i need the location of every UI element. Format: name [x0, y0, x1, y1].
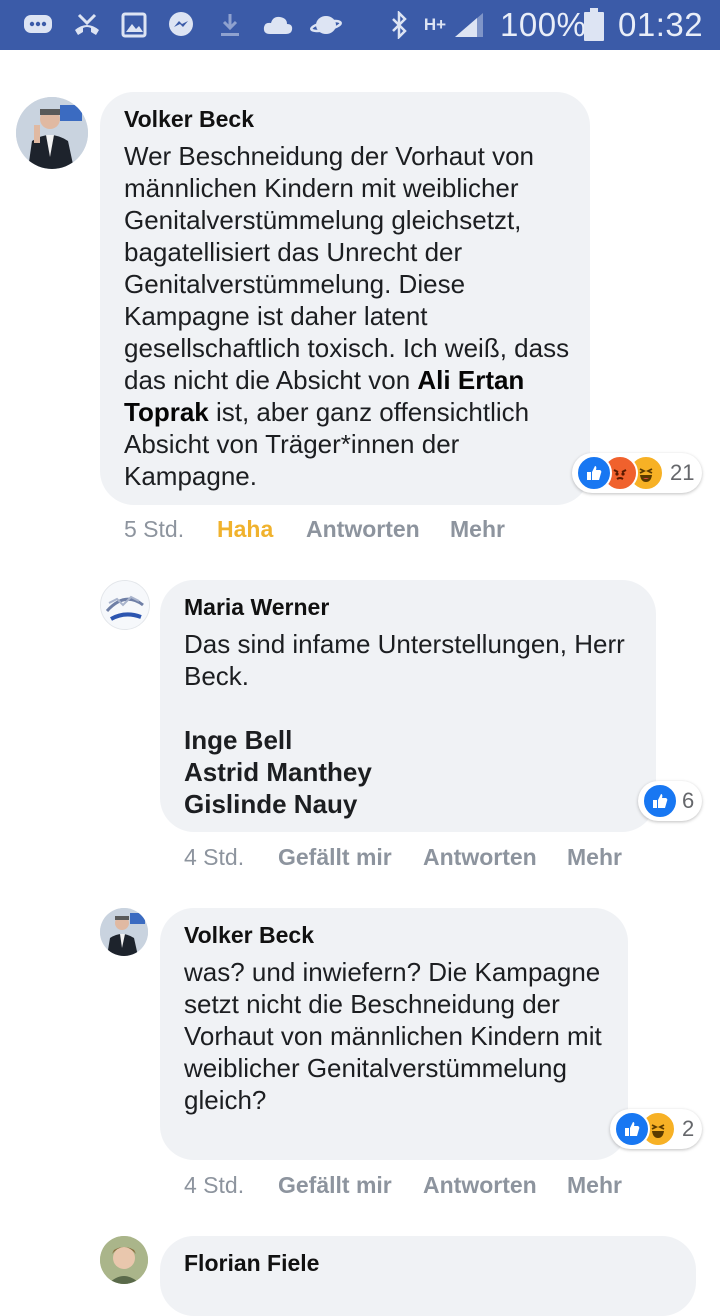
reaction-count: 21 [670, 460, 695, 485]
mention-link[interactable]: Gislinde Nauy [184, 788, 634, 820]
avatar-photo-icon [100, 1236, 148, 1284]
comment-bubble: Volker Beck was? und inwiefern? Die Kamp… [160, 908, 628, 1160]
avatar-photo-icon [100, 908, 148, 956]
avatar[interactable] [100, 580, 150, 630]
bluetooth-icon [388, 11, 410, 39]
planet-app-icon [310, 12, 342, 38]
comment-author[interactable]: Maria Werner [184, 594, 329, 621]
comment-actions: 5 Std. Haha Antworten Mehr [124, 516, 544, 546]
like-button[interactable]: Gefällt mir [278, 1172, 392, 1199]
timestamp: 5 Std. [124, 516, 185, 542]
comment-bubble: Maria Werner Das sind infame Unterstellu… [160, 580, 656, 832]
signal-icon [452, 12, 486, 38]
comment-author[interactable]: Volker Beck [124, 106, 254, 133]
reaction-summary[interactable]: 21 [572, 453, 703, 493]
more-button[interactable]: Mehr [567, 844, 622, 871]
network-type-label: H+ [423, 15, 447, 34]
reaction-button[interactable]: Haha [217, 516, 273, 543]
reply-button[interactable]: Antworten [423, 1172, 537, 1199]
comment-text: Das sind infame Unterstellungen, Herr Be… [184, 629, 625, 691]
messenger-icon [166, 12, 196, 38]
timestamp: 4 Std. [184, 844, 245, 870]
like-reaction-icon [642, 783, 678, 819]
reaction-summary[interactable]: 2 [610, 1109, 703, 1149]
comment-author[interactable]: Volker Beck [184, 922, 314, 949]
reply-button[interactable]: Antworten [306, 516, 420, 543]
avatar[interactable] [100, 908, 148, 956]
avatar[interactable] [16, 97, 88, 169]
comment-bubble: Florian Fiele [160, 1236, 696, 1316]
status-bar: H+ 100% 01:32 [0, 0, 720, 50]
cloud-icon [262, 12, 294, 38]
reaction-summary[interactable]: 6 [638, 781, 703, 821]
mention-link[interactable]: Inge Bell [184, 724, 634, 756]
like-reaction-icon [576, 455, 612, 491]
avatar-graphic-icon [101, 581, 149, 629]
avatar[interactable] [100, 1236, 148, 1284]
comment-text-start: Wer Beschneidung der Vorhaut von männlic… [124, 141, 570, 395]
timestamp: 4 Std. [184, 1172, 245, 1198]
clock: 01:32 [618, 6, 704, 43]
comment-actions: 4 Std. Gefällt mir Antworten Mehr [184, 1172, 644, 1202]
mention-link[interactable]: Astrid Manthey [184, 756, 634, 788]
more-button[interactable]: Mehr [567, 1172, 622, 1199]
avatar-photo-icon [16, 97, 88, 169]
like-button[interactable]: Gefällt mir [278, 844, 392, 871]
reaction-count: 6 [682, 788, 695, 813]
like-reaction-icon [614, 1111, 650, 1147]
comment-text: Wer Beschneidung der Vorhaut von männlic… [124, 140, 574, 492]
reaction-count: 2 [682, 1116, 695, 1141]
battery-icon [582, 8, 606, 42]
download-icon [218, 12, 242, 38]
message-notification-icon [22, 12, 54, 38]
comment-bubble: Volker Beck Wer Beschneidung der Vorhaut… [100, 92, 590, 505]
comment-actions: 4 Std. Gefällt mir Antworten Mehr [184, 844, 644, 874]
gallery-icon [120, 12, 148, 38]
missed-call-icon [72, 12, 102, 38]
network-type-icon: H+ [422, 12, 448, 38]
comment-author[interactable]: Florian Fiele [184, 1250, 319, 1277]
battery-percent: 100% [500, 6, 587, 43]
more-button[interactable]: Mehr [450, 516, 505, 543]
comment-text: was? und inwiefern? Die Kampagne setzt n… [184, 957, 602, 1115]
reply-button[interactable]: Antworten [423, 844, 537, 871]
